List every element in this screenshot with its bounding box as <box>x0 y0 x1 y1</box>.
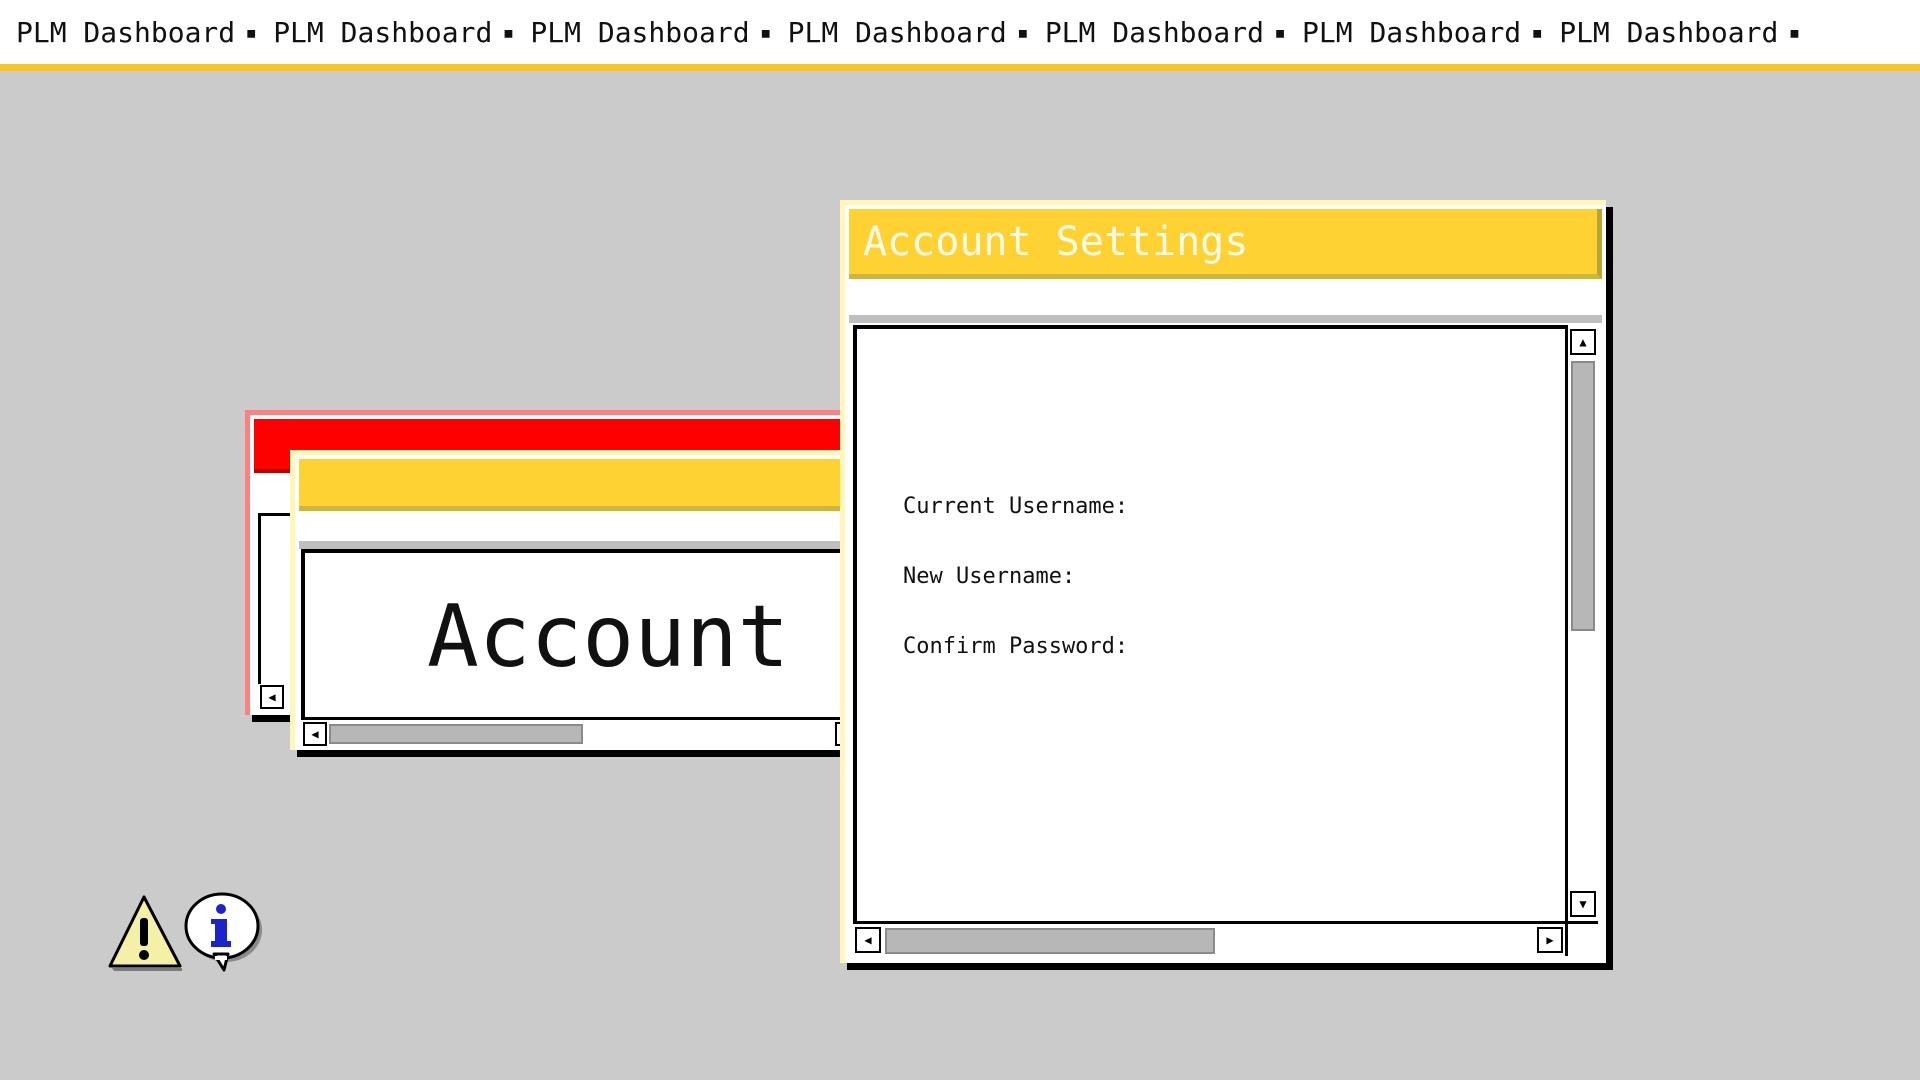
account-window-horizontal-thumb[interactable] <box>329 724 583 744</box>
account-settings-horizontal-thumb[interactable] <box>885 928 1215 954</box>
confirm-password-label: Confirm Password: <box>903 634 1129 659</box>
account-settings-horizontal-scrollbar[interactable]: ◀ ▶ <box>853 921 1565 956</box>
marquee-banner: PLM Dashboard ▪ PLM Dashboard ▪ PLM Dash… <box>0 0 1920 71</box>
account-settings-window[interactable]: Account Settings Current Username: New U… <box>840 200 1606 963</box>
account-settings-titlebar[interactable]: Account Settings <box>849 209 1602 279</box>
account-settings-content: Current Username: New Username: Confirm … <box>853 325 1569 925</box>
account-window-horizontal-scrollbar[interactable]: ◀ ▶ <box>301 717 861 748</box>
account-heading: Account <box>427 587 790 687</box>
marquee-separator: ▪ <box>1531 20 1544 44</box>
new-username-label: New Username: <box>903 564 1076 589</box>
account-settings-menubar <box>849 281 1602 323</box>
account-window-menubar <box>299 513 885 549</box>
account-window-content: Account <box>301 549 869 721</box>
account-settings-title: Account Settings <box>863 218 1249 265</box>
account-settings-scroll-right-button[interactable]: ▶ <box>1537 927 1563 953</box>
marquee-item: PLM Dashboard <box>530 15 750 49</box>
marquee-item: PLM Dashboard <box>1302 15 1522 49</box>
account-settings-corner <box>1565 921 1598 956</box>
marquee-separator: ▪ <box>1016 20 1029 44</box>
marquee-separator: ▪ <box>502 20 515 44</box>
warning-icon[interactable] <box>106 894 182 972</box>
marquee-item: PLM Dashboard <box>1559 15 1779 49</box>
marquee-item: PLM Dashboard <box>273 15 493 49</box>
marquee-separator: ▪ <box>759 20 772 44</box>
marquee-item: PLM Dashboard <box>1044 15 1264 49</box>
account-window-titlebar[interactable] <box>299 459 885 511</box>
marquee-item: PLM Dashboard <box>787 15 1007 49</box>
account-settings-vertical-scrollbar[interactable]: ▲ ▼ <box>1565 325 1598 921</box>
account-settings-scroll-left-button[interactable]: ◀ <box>855 927 881 953</box>
account-settings-vertical-thumb[interactable] <box>1571 361 1595 631</box>
info-icon[interactable] <box>184 892 264 972</box>
marquee-separator: ▪ <box>1788 20 1801 44</box>
current-username-label: Current Username: <box>903 494 1129 519</box>
marquee-separator: ▪ <box>245 20 258 44</box>
account-settings-scroll-down-button[interactable]: ▼ <box>1570 891 1596 917</box>
account-settings-scroll-up-button[interactable]: ▲ <box>1570 329 1596 355</box>
red-window-scroll-left-button[interactable]: ◀ <box>260 685 284 709</box>
account-window-scroll-left-button[interactable]: ◀ <box>303 722 327 746</box>
marquee-item: PLM Dashboard <box>16 15 236 49</box>
marquee-separator: ▪ <box>1273 20 1287 44</box>
account-window[interactable]: Account ▲ ▼ ◀ ▶ <box>290 450 889 750</box>
